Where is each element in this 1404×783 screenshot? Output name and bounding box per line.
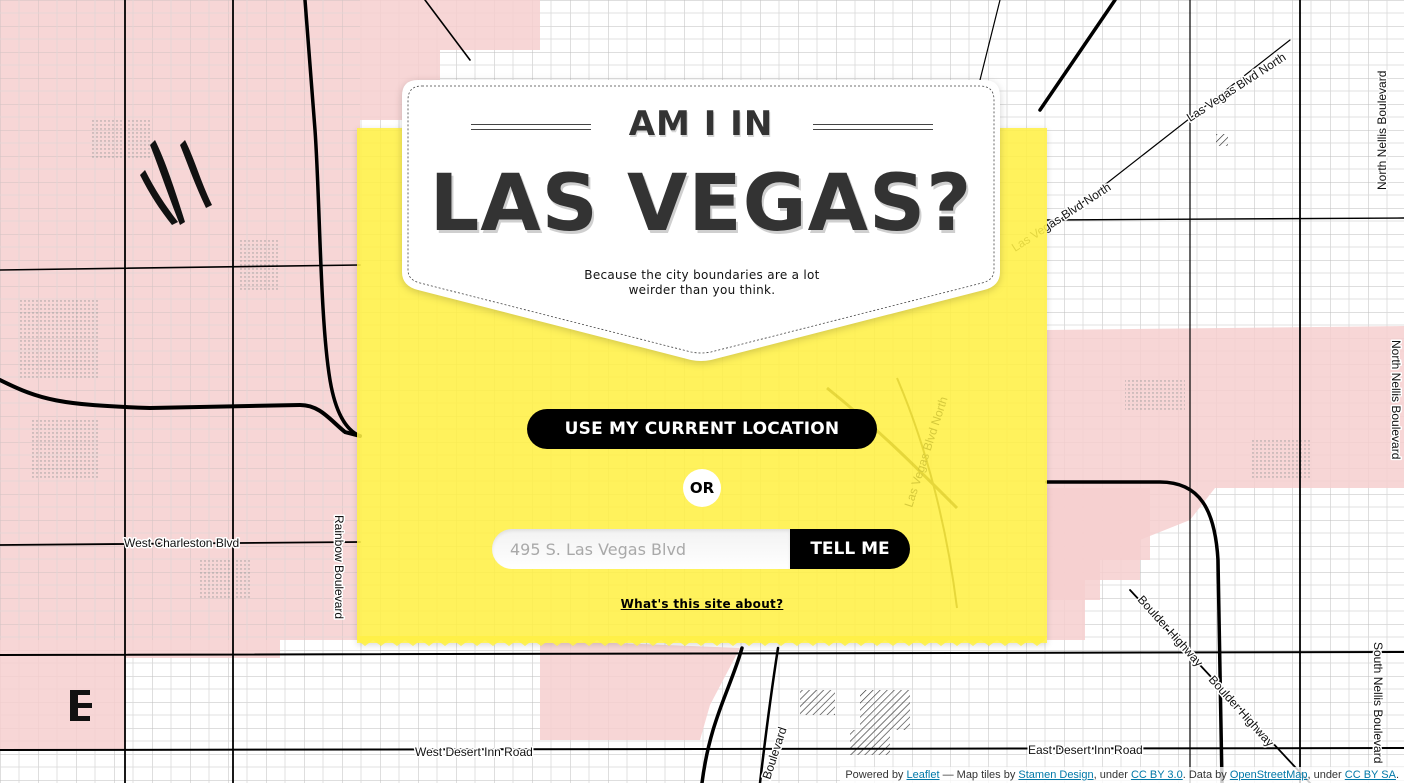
tagline: Because the city boundaries are a lot we…	[584, 268, 820, 297]
use-current-location-button[interactable]: USE MY CURRENT LOCATION	[527, 409, 877, 449]
page-title: LAS VEGAS?	[429, 159, 973, 249]
street-label: West Charleston Blvd	[124, 536, 239, 550]
street-label: West Desert Inn Road	[415, 745, 533, 759]
address-input[interactable]	[492, 529, 790, 569]
title-kicker: AM I IN	[628, 104, 774, 144]
street-label: North Nellis Boulevard	[1375, 71, 1389, 190]
tell-me-button[interactable]: TELL ME	[790, 529, 910, 569]
street-label: North Nellis Boulevard	[1389, 340, 1403, 459]
attribution-text: , under	[1307, 769, 1342, 781]
attribution-text: , under	[1093, 769, 1128, 781]
osm-link[interactable]: OpenStreetMap	[1230, 769, 1308, 781]
map-attribution: Powered by Leaflet — Map tiles by Stamen…	[840, 767, 1404, 783]
attribution-text: . Data by	[1182, 769, 1227, 781]
panel-zigzag-edge	[357, 636, 1047, 646]
cc-by-link[interactable]: CC BY 3.0	[1131, 769, 1183, 781]
attribution-text: — Map tiles by	[942, 769, 1016, 781]
about-link[interactable]: What's this site about?	[602, 597, 802, 611]
map-page: Las Vegas Blvd North Las Vegas Blvd Nort…	[0, 0, 1404, 783]
attribution-text: .	[1395, 769, 1399, 781]
street-label: South Nellis Boulevard	[1371, 642, 1385, 763]
leaflet-link[interactable]: Leaflet	[907, 769, 940, 781]
street-label: Las Vegas Blvd North	[902, 395, 951, 509]
cc-by-sa-link[interactable]: CC BY SA	[1345, 769, 1396, 781]
or-separator: OR	[683, 469, 721, 507]
street-label: East Desert Inn Road	[1028, 743, 1143, 757]
attribution-text: Powered by	[845, 769, 904, 781]
stamen-link[interactable]: Stamen Design	[1018, 769, 1093, 781]
street-label: Rainbow Boulevard	[332, 515, 346, 619]
